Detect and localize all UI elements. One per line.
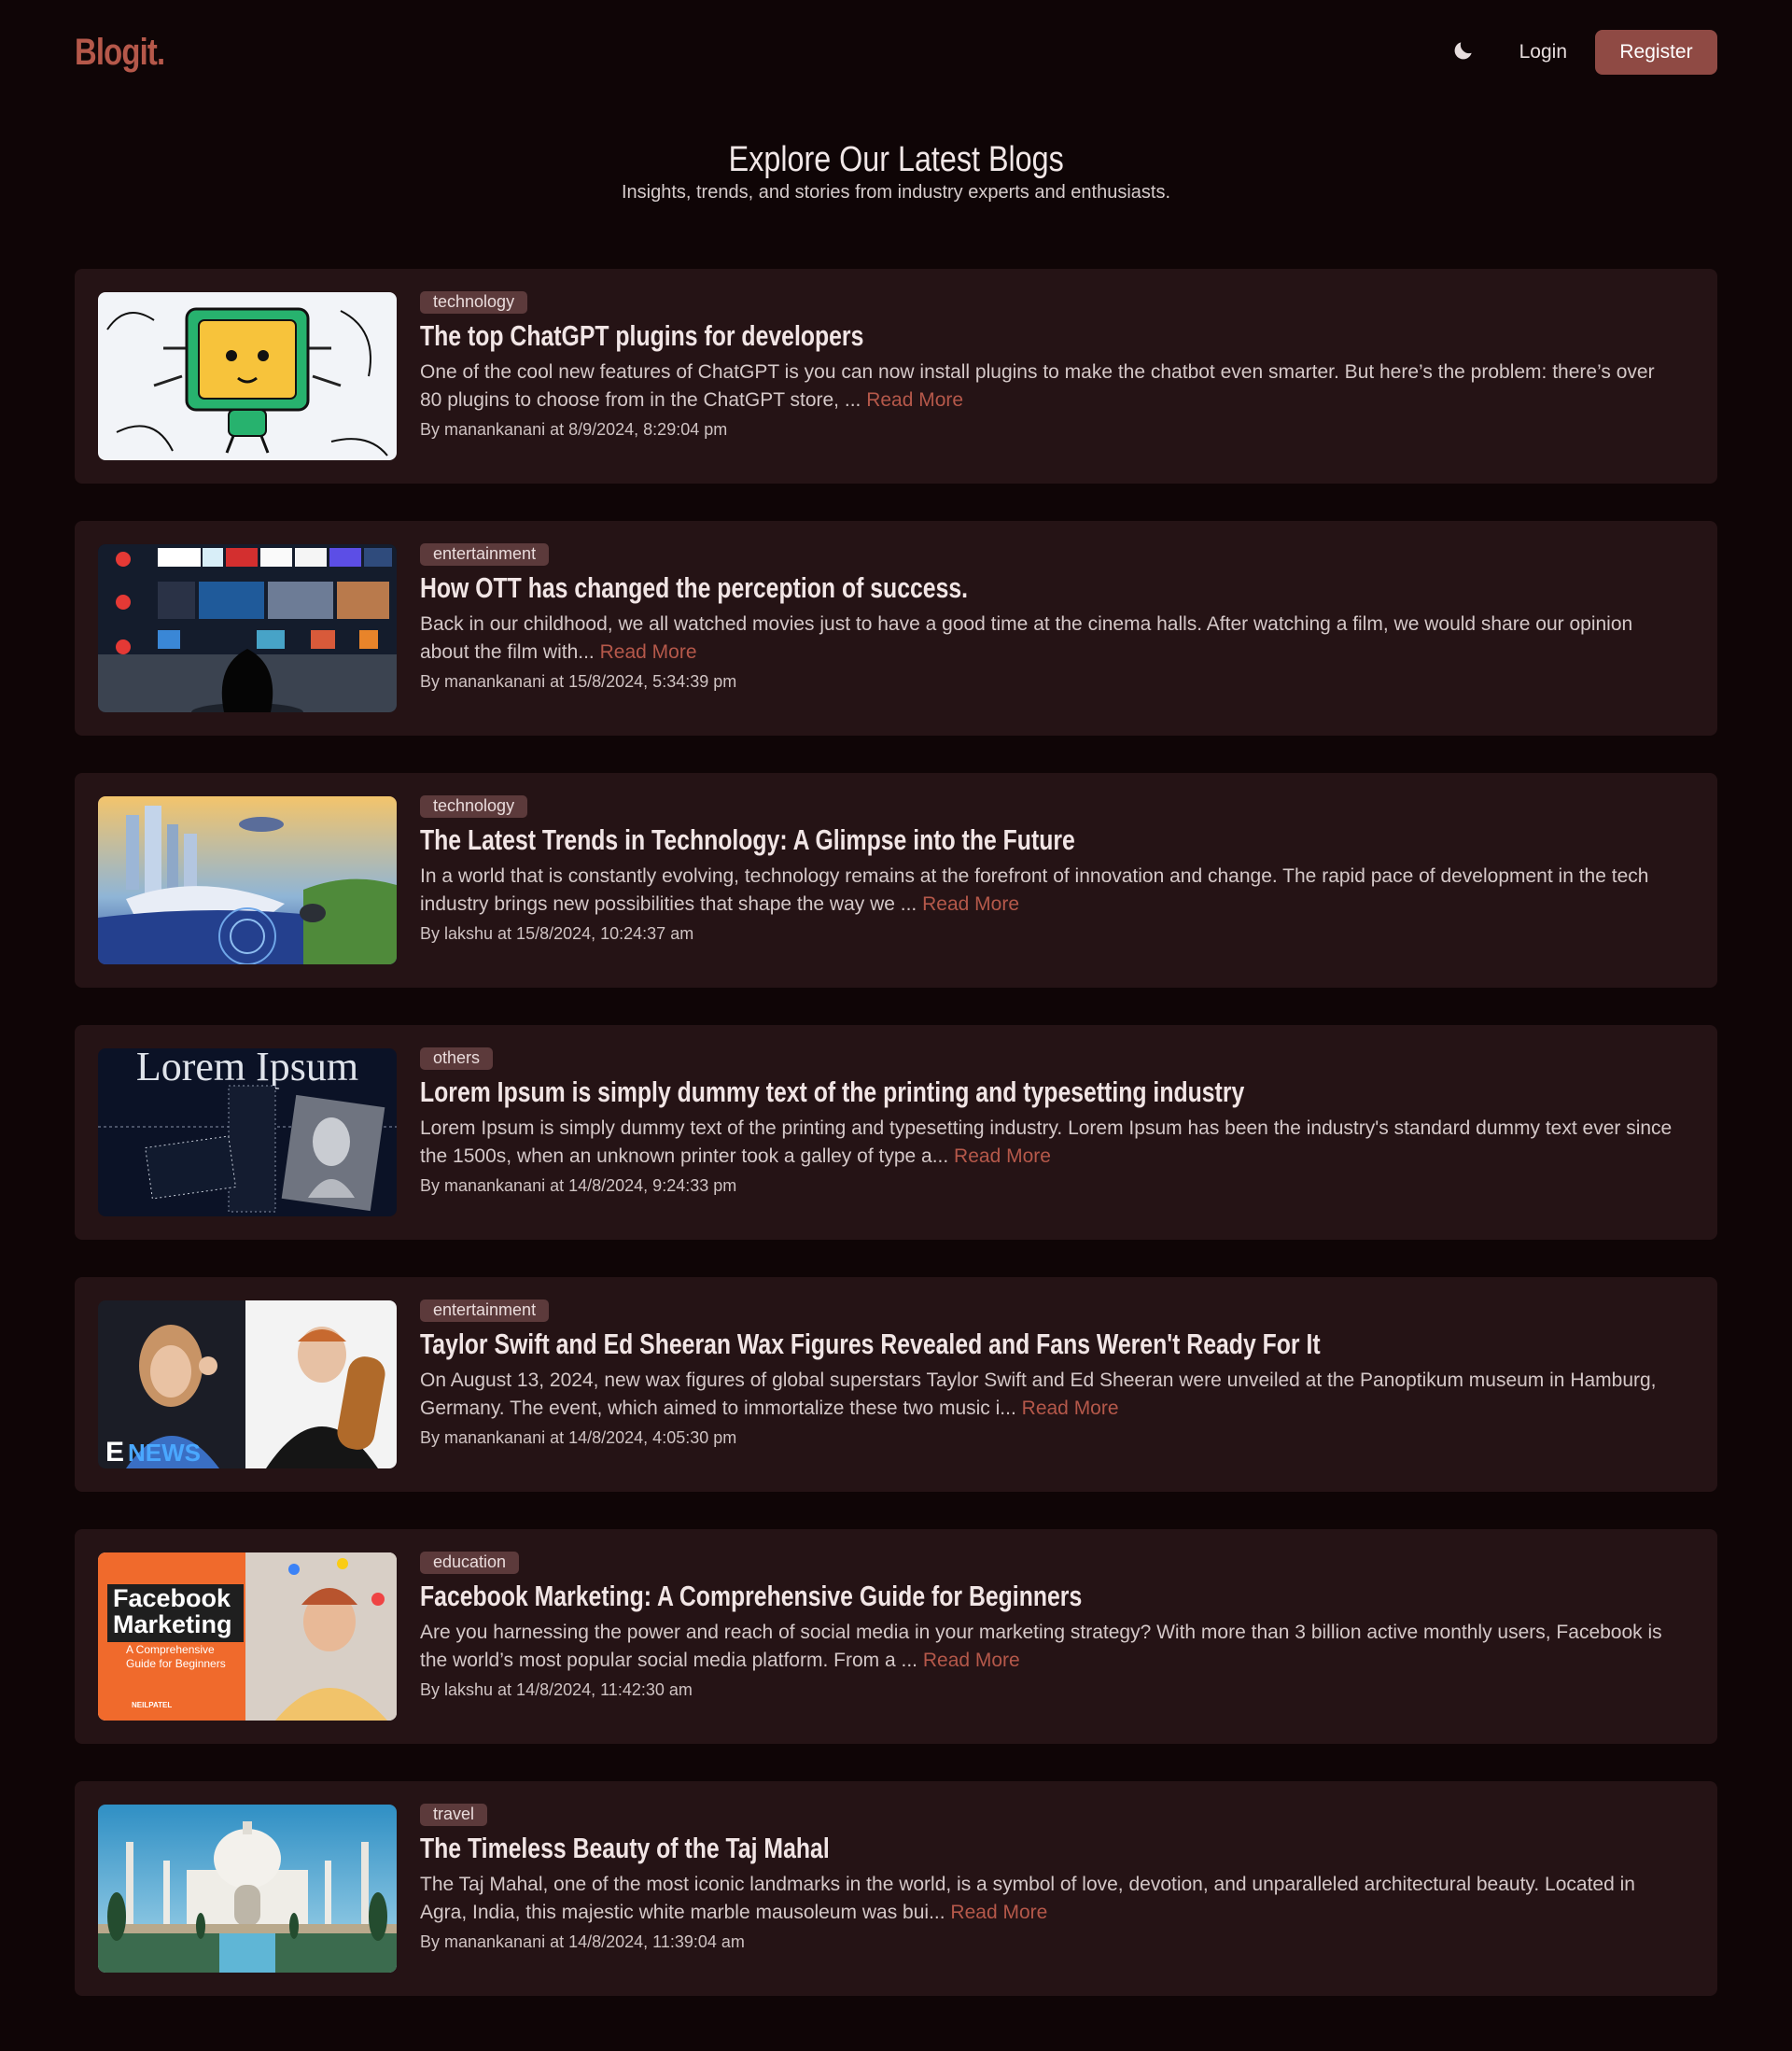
blog-meta: By manankanani at 14/8/2024, 11:39:04 am: [420, 1932, 745, 1951]
blog-card[interactable]: Facebook Marketing A Comprehensive Guide…: [75, 1529, 1717, 1744]
facebook-marketing-cover: Facebook Marketing A Comprehensive Guide…: [98, 1552, 397, 1721]
blog-title[interactable]: Facebook Marketing: A Comprehensive Guid…: [420, 1580, 1428, 1613]
read-more-link[interactable]: Read More: [954, 1145, 1051, 1167]
blog-card[interactable]: Lorem Ipsum others Lorem Ipsum is simply…: [75, 1025, 1717, 1240]
blog-card-body: technology The top ChatGPT plugins for d…: [420, 291, 1680, 440]
blog-meta: By lakshu at 14/8/2024, 11:42:30 am: [420, 1680, 693, 1699]
blog-excerpt: Are you harnessing the power and reach o…: [420, 1619, 1680, 1675]
blog-meta: By manankanani at 14/8/2024, 4:05:30 pm: [420, 1428, 737, 1447]
blog-thumbnail[interactable]: [98, 544, 397, 712]
blog-excerpt: The Taj Mahal, one of the most iconic la…: [420, 1871, 1680, 1927]
blog-card-body: others Lorem Ipsum is simply dummy text …: [420, 1047, 1680, 1196]
blog-excerpt: On August 13, 2024, new wax figures of g…: [420, 1367, 1680, 1423]
blog-card-body: technology The Latest Trends in Technolo…: [420, 795, 1680, 944]
excerpt-text: Are you harnessing the power and reach o…: [420, 1622, 1662, 1671]
page-subtitle: Insights, trends, and stories from indus…: [621, 182, 1171, 203]
logo[interactable]: Blogit.: [75, 32, 165, 74]
register-button[interactable]: Register: [1595, 30, 1717, 75]
excerpt-text: One of the cool new features of ChatGPT …: [420, 361, 1655, 411]
cover-brand: NEILPATEL: [132, 1701, 172, 1709]
read-more-link[interactable]: Read More: [1022, 1398, 1119, 1419]
category-badge[interactable]: technology: [420, 291, 528, 314]
login-link[interactable]: Login: [1519, 41, 1567, 63]
blog-meta: By manankanani at 8/9/2024, 8:29:04 pm: [420, 420, 728, 439]
read-more-link[interactable]: Read More: [600, 641, 697, 663]
blog-meta: By manankanani at 14/8/2024, 9:24:33 pm: [420, 1176, 737, 1195]
hero: Explore Our Latest Blogs Insights, trend…: [0, 140, 1792, 204]
blog-card[interactable]: entertainment How OTT has changed the pe…: [75, 521, 1717, 736]
blog-thumbnail[interactable]: Facebook Marketing A Comprehensive Guide…: [98, 1552, 397, 1721]
navbar: Blogit. Login Register: [75, 30, 1717, 75]
category-badge[interactable]: education: [420, 1552, 520, 1574]
cover-title-line2: Marketing: [113, 1610, 232, 1638]
blog-meta: By lakshu at 15/8/2024, 10:24:37 am: [420, 924, 694, 943]
robot-illustration: [98, 292, 397, 460]
blog-thumbnail[interactable]: Lorem Ipsum: [98, 1048, 397, 1216]
blog-excerpt: One of the cool new features of ChatGPT …: [420, 358, 1680, 414]
category-badge[interactable]: travel: [420, 1804, 488, 1826]
blog-card-body: entertainment How OTT has changed the pe…: [420, 543, 1680, 692]
blog-excerpt: Back in our childhood, we all watched mo…: [420, 611, 1680, 667]
read-more-link[interactable]: Read More: [922, 893, 1019, 915]
futuristic-city: [98, 796, 397, 964]
theme-toggle-button[interactable]: [1445, 34, 1482, 71]
read-more-link[interactable]: Read More: [866, 389, 963, 411]
category-badge[interactable]: entertainment: [420, 543, 550, 566]
read-more-link[interactable]: Read More: [950, 1902, 1047, 1923]
blog-title[interactable]: The Timeless Beauty of the Taj Mahal: [420, 1832, 1428, 1865]
category-badge[interactable]: entertainment: [420, 1299, 550, 1322]
blog-thumbnail[interactable]: [98, 292, 397, 460]
lorem-ipsum-heading: Lorem Ipsum: [136, 1048, 358, 1089]
blog-title[interactable]: The Latest Trends in Technology: A Glimp…: [420, 823, 1428, 857]
moon-icon: [1451, 38, 1476, 66]
blog-title[interactable]: Taylor Swift and Ed Sheeran Wax Figures …: [420, 1328, 1428, 1361]
lorem-ipsum-collage: Lorem Ipsum: [98, 1048, 397, 1216]
blog-thumbnail[interactable]: E NEWS: [98, 1300, 397, 1468]
news-logo-text: NEWS: [128, 1439, 201, 1467]
cover-title-line1: Facebook: [113, 1584, 231, 1612]
blog-thumbnail[interactable]: [98, 1805, 397, 1973]
blog-excerpt: Lorem Ipsum is simply dummy text of the …: [420, 1115, 1680, 1171]
blog-title[interactable]: The top ChatGPT plugins for developers: [420, 319, 1428, 353]
page-title: Explore Our Latest Blogs: [728, 140, 1064, 179]
taj-mahal-photo: [98, 1805, 397, 1973]
celebrity-photos: E NEWS: [98, 1300, 397, 1468]
blog-thumbnail[interactable]: [98, 796, 397, 964]
blog-meta: By manankanani at 15/8/2024, 5:34:39 pm: [420, 672, 737, 691]
blog-card-body: travel The Timeless Beauty of the Taj Ma…: [420, 1804, 1680, 1952]
blog-card[interactable]: technology The top ChatGPT plugins for d…: [75, 269, 1717, 484]
blog-title[interactable]: Lorem Ipsum is simply dummy text of the …: [420, 1075, 1428, 1109]
blog-excerpt: In a world that is constantly evolving, …: [420, 863, 1680, 919]
blog-card[interactable]: technology The Latest Trends in Technolo…: [75, 773, 1717, 988]
nav-actions: Login Register: [1445, 30, 1717, 75]
blog-card[interactable]: travel The Timeless Beauty of the Taj Ma…: [75, 1781, 1717, 1996]
blog-title[interactable]: How OTT has changed the perception of su…: [420, 571, 1428, 605]
blog-card[interactable]: E NEWS entertainment Taylor Swift and Ed…: [75, 1277, 1717, 1492]
cover-subtitle-line2: Guide for Beginners: [126, 1657, 226, 1670]
blog-card-body: education Facebook Marketing: A Comprehe…: [420, 1552, 1680, 1700]
excerpt-text: In a world that is constantly evolving, …: [420, 865, 1649, 915]
tv-streaming-apps: [98, 544, 397, 712]
svg-text:E: E: [105, 1437, 124, 1468]
read-more-link[interactable]: Read More: [923, 1650, 1020, 1671]
blog-card-body: entertainment Taylor Swift and Ed Sheera…: [420, 1299, 1680, 1448]
cover-subtitle-line1: A Comprehensive: [126, 1643, 215, 1656]
category-badge[interactable]: others: [420, 1047, 494, 1070]
category-badge[interactable]: technology: [420, 795, 528, 818]
